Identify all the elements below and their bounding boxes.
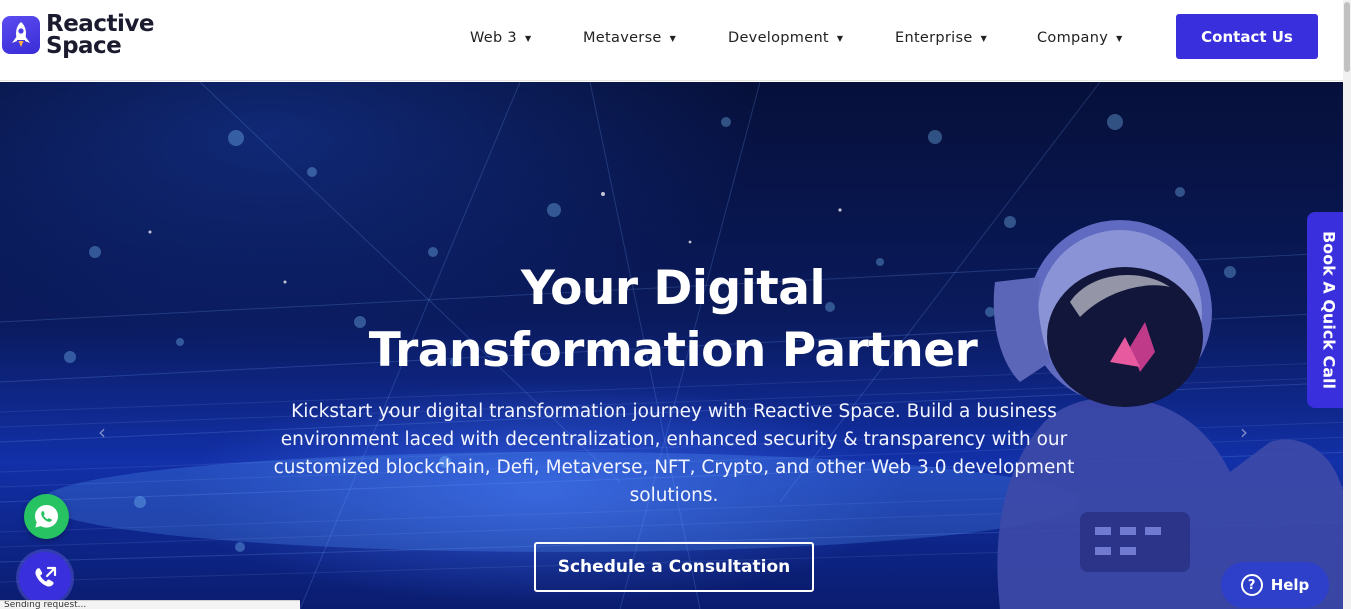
nav-item-label: Development [728,30,829,46]
book-quick-call-label: Book A Quick Call [1319,230,1339,390]
nav-item-label: Enterprise [895,30,973,46]
nav-item-web3[interactable]: Web 3 ▼ [470,26,531,50]
hero-title-line2: Transformation Partner [368,323,978,378]
caret-down-icon: ▼ [669,33,677,43]
caret-down-icon: ▼ [980,33,988,43]
site-header: Reactive Space Web 3 ▼ Metaverse ▼ Develop… [0,0,1351,81]
phone-icon [35,566,57,587]
hero-title: Your Digital Transformation Partner [250,258,1096,382]
scrollbar-thumb[interactable] [1344,2,1350,72]
browser-status-bar: Sending request... [0,600,300,609]
question-mark-icon: ? [1240,574,1263,596]
brand-name: Reactive Space [46,11,154,59]
phone-button[interactable] [19,552,71,604]
nav-item-enterprise[interactable]: Enterprise ▼ [895,26,987,50]
help-button[interactable]: ? Help [1221,562,1329,608]
caret-down-icon: ▼ [1116,33,1123,43]
brand-name-line2: Space [46,33,122,59]
whatsapp-icon [35,505,58,528]
hero-section: ‹ › Your Digital Transformation Partner … [0,82,1351,609]
contact-us-button[interactable]: Contact Us [1176,14,1318,59]
nav-item-company[interactable]: Company ▼ [1037,26,1123,50]
nav-item-label: Company [1037,30,1109,46]
whatsapp-button[interactable] [24,494,69,539]
hero-subtitle: Kickstart your digital transformation jo… [273,401,1075,506]
slider-prev-arrow[interactable]: ‹ [98,420,106,444]
hero-title-line1: Your Digital [520,261,826,316]
schedule-consultation-button[interactable]: Schedule a Consultation [534,542,814,592]
page-scrollbar[interactable] [1343,0,1351,609]
help-label: Help [1270,576,1310,594]
brand-name-line1: Reactive [46,11,154,37]
nav-item-label: Metaverse [583,30,662,46]
rocket-icon [2,16,40,54]
nav-item-metaverse[interactable]: Metaverse ▼ [583,26,676,50]
caret-down-icon: ▼ [836,33,844,43]
caret-down-icon: ▼ [524,33,532,43]
nav-item-label: Web 3 [470,30,517,46]
nav-item-development[interactable]: Development ▼ [728,26,843,50]
slider-next-arrow[interactable]: › [1240,420,1248,444]
brand-logo[interactable]: Reactive Space [2,10,172,60]
